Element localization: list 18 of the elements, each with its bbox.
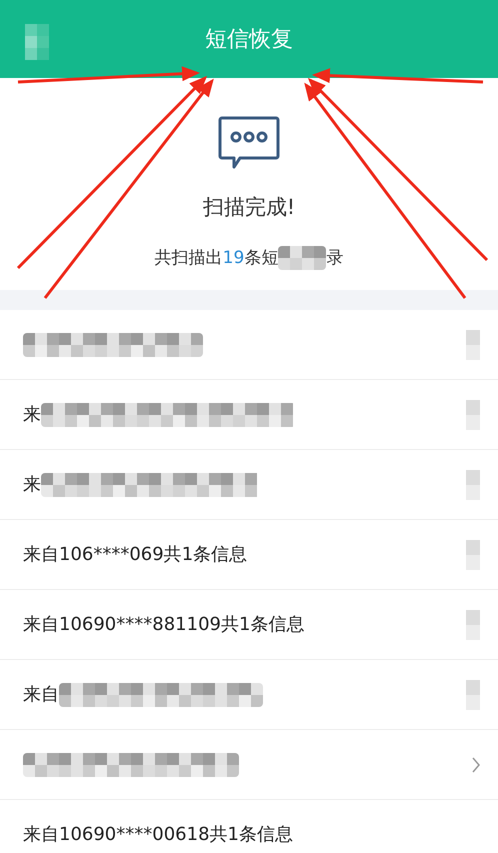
row-text: 来 [23, 403, 41, 427]
row-text: 来自10690****881109共1条信息 [23, 613, 304, 637]
message-row[interactable]: 来自 [0, 660, 498, 730]
message-row[interactable]: 来自10690****881109共1条信息 [0, 590, 498, 660]
screen-title: 短信恢复 [205, 26, 293, 54]
message-row[interactable]: 来自10690****00618共1条信息 [0, 800, 498, 853]
row-text: 来自 [23, 683, 59, 707]
chat-bubble-icon [218, 116, 280, 170]
scan-summary: 共扫描出 19条短 [154, 246, 278, 270]
row-text: 来 [23, 473, 41, 497]
message-row[interactable]: 来自106****069共1条信息 [0, 520, 498, 590]
row-text: 来自106****069共1条信息 [23, 543, 248, 567]
message-row[interactable]: 来 [0, 450, 498, 520]
row-text: 来自10690****00618共1条信息 [23, 823, 293, 847]
scan-summary-end: 录 [326, 246, 344, 270]
message-row[interactable]: 来 [0, 380, 498, 450]
blurred-back-icon[interactable] [25, 24, 49, 60]
scan-status: 扫描完成! [202, 194, 296, 221]
